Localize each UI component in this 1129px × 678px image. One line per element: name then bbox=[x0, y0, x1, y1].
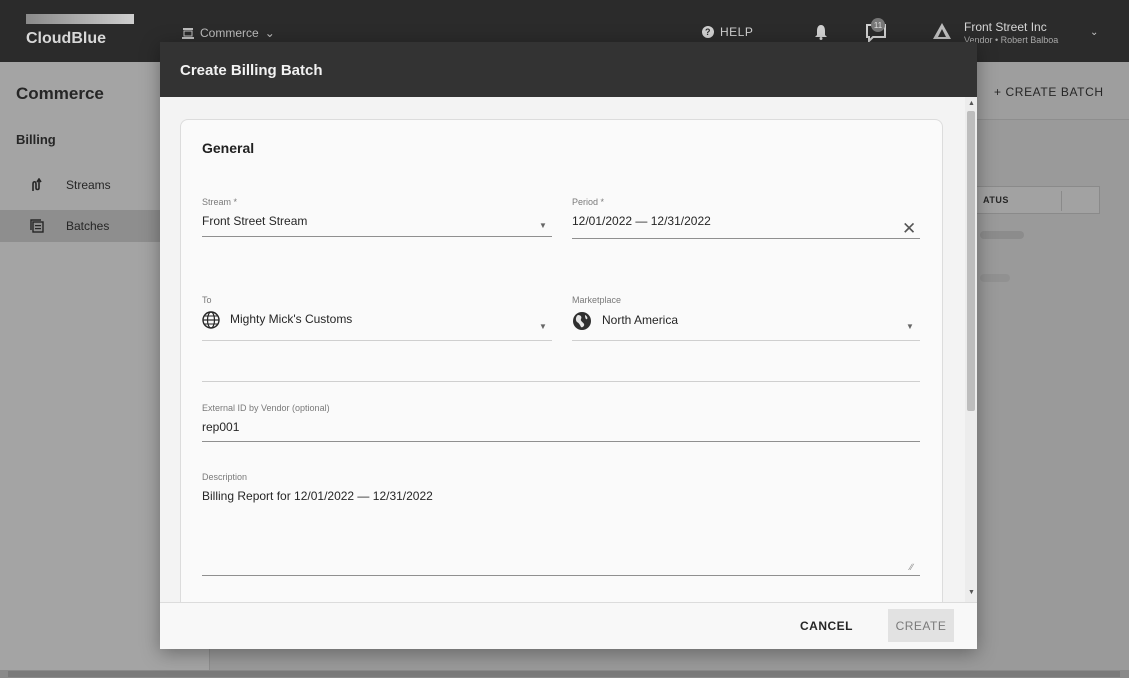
sidebar-item-label: Batches bbox=[66, 219, 110, 233]
help-label: HELP bbox=[720, 25, 754, 39]
cloudblue-logo[interactable]: CloudBlue bbox=[26, 14, 138, 48]
sidebar-section-billing: Billing bbox=[16, 132, 56, 147]
dialog-footer: CANCEL CREATE bbox=[160, 602, 977, 649]
dropdown-arrow-icon: ▼ bbox=[906, 322, 914, 331]
dialog-body: General Stream * Front Street Stream ▼ P… bbox=[160, 97, 977, 602]
dialog-title: Create Billing Batch bbox=[180, 62, 323, 79]
dialog-header: Create Billing Batch bbox=[160, 42, 977, 97]
field-underline bbox=[202, 236, 552, 237]
resize-handle-icon[interactable]: ∕∕ bbox=[910, 562, 913, 572]
general-card: General Stream * Front Street Stream ▼ P… bbox=[180, 119, 943, 602]
to-select[interactable]: To Mighty Mick's Customs ▼ bbox=[202, 295, 552, 343]
table-header-status: ATUS bbox=[983, 195, 1009, 205]
clear-icon[interactable]: ✕ bbox=[902, 220, 916, 237]
module-switcher[interactable]: Commerce ⌄ bbox=[182, 26, 275, 40]
cancel-button[interactable]: CANCEL bbox=[800, 619, 853, 633]
dialog-scrollbar[interactable]: ▲ ▼ bbox=[965, 97, 977, 602]
help-icon: ? bbox=[702, 26, 714, 38]
form-divider bbox=[202, 381, 920, 382]
field-underline bbox=[202, 575, 920, 576]
globe-icon bbox=[202, 311, 220, 329]
scrollbar-thumb[interactable] bbox=[967, 111, 975, 411]
notifications-button[interactable]: 11 bbox=[864, 18, 888, 44]
logo-text: CloudBlue bbox=[26, 30, 106, 47]
description-value: Billing Report for 12/01/2022 — 12/31/20… bbox=[202, 489, 433, 503]
streams-icon bbox=[32, 178, 42, 191]
to-value-row: Mighty Mick's Customs bbox=[202, 311, 552, 329]
period-field[interactable]: Period * 12/01/2022 — 12/31/2022 ✕ bbox=[572, 197, 920, 239]
page-scrollbar[interactable] bbox=[1121, 120, 1129, 670]
description-label: Description bbox=[202, 472, 248, 482]
create-button[interactable]: CREATE bbox=[888, 609, 954, 642]
dropdown-arrow-icon: ▼ bbox=[539, 322, 547, 331]
to-value: Mighty Mick's Customs bbox=[230, 312, 353, 327]
globe-americas-icon bbox=[573, 312, 591, 330]
period-label: Period * bbox=[572, 197, 605, 207]
help-button[interactable]: ? HELP bbox=[702, 25, 753, 39]
scrollbar-thumb[interactable] bbox=[8, 671, 1120, 677]
marketplace-select[interactable]: Marketplace North America ▼ bbox=[572, 295, 920, 343]
external-id-field[interactable]: External ID by Vendor (optional) rep001 bbox=[202, 403, 920, 443]
marketplace-label: Marketplace bbox=[572, 295, 622, 305]
chevron-down-icon: ⌄ bbox=[264, 26, 275, 40]
external-id-label: External ID by Vendor (optional) bbox=[202, 403, 330, 413]
stream-select[interactable]: Stream * Front Street Stream ▼ bbox=[202, 197, 552, 239]
bell-icon[interactable] bbox=[814, 24, 828, 40]
description-field[interactable]: Description Billing Report for 12/01/202… bbox=[202, 472, 920, 577]
field-underline bbox=[572, 238, 920, 239]
module-label: Commerce bbox=[200, 26, 259, 40]
period-value: 12/01/2022 — 12/31/2022 bbox=[572, 214, 711, 228]
sidebar-item-label: Streams bbox=[66, 178, 111, 192]
scroll-up-icon[interactable]: ▲ bbox=[968, 100, 975, 107]
commerce-icon bbox=[182, 28, 194, 39]
scroll-down-icon[interactable]: ▼ bbox=[968, 589, 975, 596]
horizontal-scrollbar[interactable] bbox=[0, 670, 1129, 678]
notification-badge: 11 bbox=[871, 18, 885, 32]
chevron-down-icon[interactable]: ⌄ bbox=[1090, 27, 1098, 38]
field-underline bbox=[202, 340, 552, 341]
create-billing-batch-dialog: Create Billing Batch General Stream * Fr… bbox=[160, 42, 977, 649]
section-title: General bbox=[202, 140, 255, 156]
field-underline bbox=[202, 381, 920, 382]
marketplace-value: North America bbox=[602, 313, 679, 328]
stream-label: Stream * bbox=[202, 197, 238, 207]
batches-icon bbox=[30, 219, 44, 233]
logo-bar bbox=[26, 14, 134, 24]
sidebar-title: Commerce bbox=[16, 84, 104, 103]
account-name: Front Street Inc bbox=[964, 20, 1047, 34]
marketplace-value-row: North America bbox=[572, 311, 920, 331]
table-header: ATUS bbox=[976, 186, 1100, 214]
to-label: To bbox=[202, 295, 212, 305]
create-batch-button[interactable]: + CREATE BATCH bbox=[994, 85, 1104, 99]
account-menu[interactable]: Front Street Inc Vendor • Robert Balboa bbox=[964, 20, 1058, 45]
field-underline bbox=[572, 340, 920, 341]
column-divider bbox=[1061, 191, 1062, 211]
external-id-value: rep001 bbox=[202, 420, 240, 434]
field-underline bbox=[202, 441, 920, 442]
stream-value: Front Street Stream bbox=[202, 214, 308, 228]
skeleton-placeholder bbox=[980, 231, 1024, 239]
account-role: Vendor • Robert Balboa bbox=[964, 35, 1059, 45]
account-logo-icon bbox=[933, 23, 951, 39]
skeleton-placeholder bbox=[980, 274, 1010, 282]
dropdown-arrow-icon: ▼ bbox=[539, 221, 547, 230]
